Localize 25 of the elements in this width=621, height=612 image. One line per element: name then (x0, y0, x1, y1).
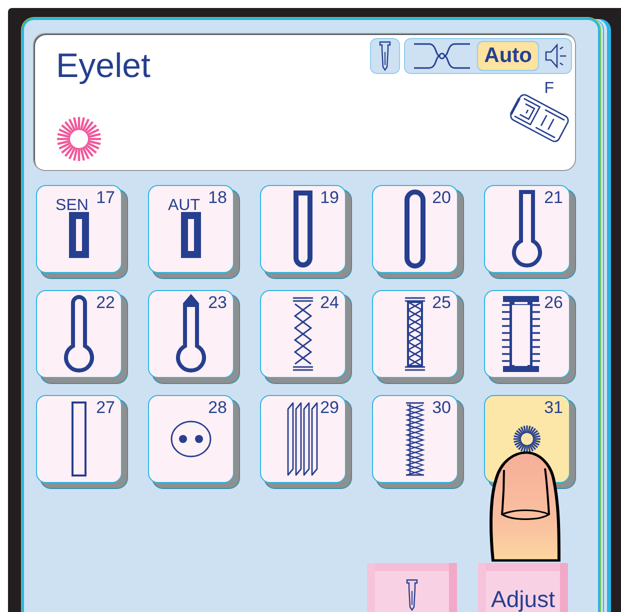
stitch-pattern-icon (404, 189, 426, 269)
stitch-pattern-icon (176, 294, 206, 374)
stitch-pattern-icon (404, 296, 426, 372)
stitch-pattern-icon (181, 212, 201, 258)
stitch-pattern-icon (512, 189, 542, 269)
stitch-pattern-icon (404, 401, 426, 477)
needle-icon (405, 579, 419, 611)
stitch-pattern-icon (64, 294, 94, 374)
adjust-button[interactable]: Adjust (478, 563, 568, 612)
eyelet-stitch-icon (56, 116, 102, 162)
stitch-pattern-icon (71, 401, 87, 477)
stitch-pattern-icon (292, 296, 314, 372)
stitch-pattern-icon (502, 295, 540, 373)
speaker-icon (545, 43, 567, 69)
stitch-pattern-icon (69, 212, 89, 258)
thread-tension-icon (413, 42, 472, 70)
foot-letter: F (544, 80, 554, 98)
stitch-pattern-icon (293, 190, 313, 268)
stitch-name-title: Eyelet (56, 48, 150, 86)
stitch-pattern-icon (513, 425, 541, 453)
stitch-pattern-icon (286, 401, 320, 477)
needle-button[interactable] (367, 563, 457, 612)
stitch-pattern-icon (170, 420, 212, 458)
auto-badge: Auto (477, 41, 539, 71)
needle-icon (379, 41, 392, 71)
